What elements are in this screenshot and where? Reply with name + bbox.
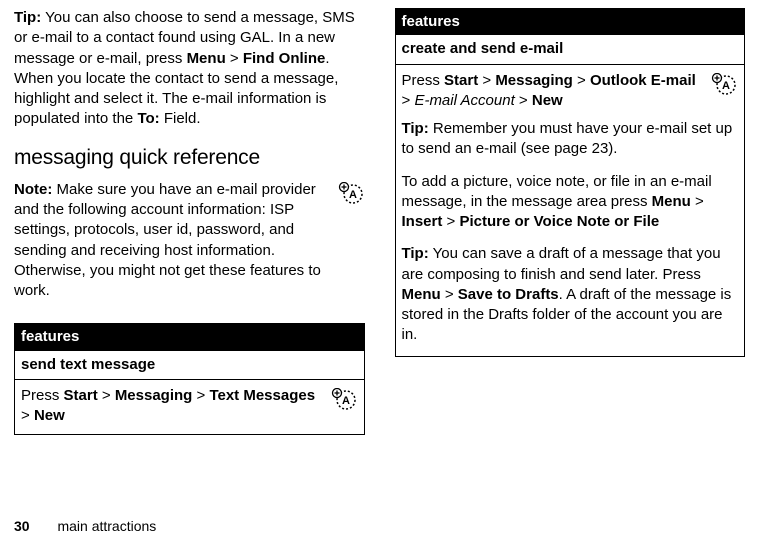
left-column: Tip: You can also choose to send a messa… [14,8,365,498]
tip-label: Tip: [14,9,41,26]
outlook-bold-r: Outlook E-mail [590,72,696,89]
insert-bold: Insert [402,213,443,230]
svg-text:A: A [722,80,730,92]
feature-header-left: features [15,324,364,350]
note-label: Note: [14,181,52,198]
email-account-italic: E-mail Account [414,92,514,109]
find-online-bold: Find Online [243,50,326,67]
note-row: Note: Make sure you have an e-mail provi… [14,180,365,314]
tip-text-3: Field. [160,110,201,127]
feature-subheader-left: send text message [15,351,364,380]
messaging-bold: Messaging [115,387,193,404]
text-messages-bold: Text Messages [209,387,315,404]
tip2-label: Tip: [402,245,429,262]
gt-1: > [226,50,243,67]
tip-paragraph: Tip: You can also choose to send a messa… [14,8,365,130]
note-body: Make sure you have an e-mail provider an… [14,181,321,299]
new-bold: New [34,407,65,424]
svg-text:A: A [342,395,350,407]
add-paragraph: To add a picture, voice note, or file in… [402,172,739,233]
feature-step-right: Press Start > Messaging > Outlook E-mail… [402,71,739,112]
feature-step-left: Press Start > Messaging > Text Messages … [21,386,358,427]
feature-box-right: features create and send e-mail Press St… [395,8,746,357]
page-number: 30 [14,518,30,534]
feature-step-text: Press Start > Messaging > Text Messages … [21,386,322,427]
tip1-body: Remember you must have your e-mail set u… [402,120,733,157]
feature-step-text-right: Press Start > Messaging > Outlook E-mail… [402,71,703,112]
feature-box-left: features send text message Press Start >… [14,323,365,435]
start-bold-r: Start [444,72,478,89]
press-label: Press [21,387,64,404]
right-column: features create and send e-mail Press St… [395,8,746,498]
pvf-bold: Picture or Voice Note or File [459,213,659,230]
plus-a-icon: A [710,73,738,95]
press-label-r: Press [402,72,445,89]
menu-bold: Menu [187,50,226,67]
start-bold: Start [64,387,98,404]
feature-header-right: features [396,9,745,35]
plus-a-icon: A [337,182,365,204]
svg-text:A: A [349,189,357,201]
feature-subheader-right: create and send e-mail [396,35,745,64]
tip2-body: You can save a draft of a message that y… [402,245,721,282]
messaging-heading: messaging quick reference [14,144,365,172]
page-footer: 30 main attractions [14,517,156,536]
new-bold-r: New [532,92,563,109]
to-bold: To: [137,110,159,127]
tip1-paragraph: Tip: Remember you must have your e-mail … [402,119,739,160]
tip1-label: Tip: [402,120,429,137]
note-paragraph: Note: Make sure you have an e-mail provi… [14,180,329,302]
footer-section: main attractions [57,518,156,534]
menu-bold-r2: Menu [402,286,441,303]
save-drafts-bold: Save to Drafts [458,286,559,303]
messaging-bold-r: Messaging [495,72,573,89]
tip2-paragraph: Tip: You can save a draft of a message t… [402,244,739,345]
tip2-body2: . A draft of the message is stored in th… [402,286,732,344]
plus-a-icon: A [330,388,358,410]
menu-bold-r: Menu [652,193,691,210]
